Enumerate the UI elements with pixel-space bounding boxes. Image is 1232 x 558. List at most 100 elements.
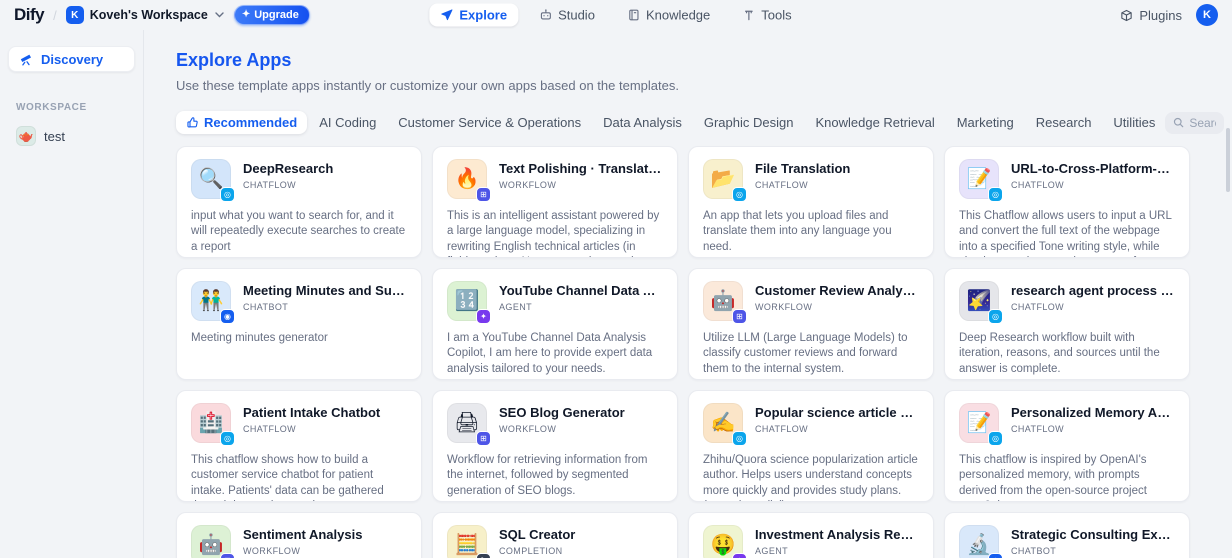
app-card-header: ✍ ◎ Popular science article author (nest… xyxy=(703,403,919,446)
app-card-header: 📝 ◎ URL-to-Cross-Platform-Copywriting CH… xyxy=(959,159,1175,202)
app-meta: research agent process flow CHATFLOW xyxy=(1011,281,1175,321)
category-tab-label: Marketing xyxy=(956,115,1014,130)
discovery-label: Discovery xyxy=(41,51,104,67)
app-type-badge-icon: ◎ xyxy=(988,309,1003,324)
app-meta: Meeting Minutes and Summary CHATBOT xyxy=(243,281,407,321)
app-card-header: 🔥 ⊞ Text Polishing · Translation Tool WO… xyxy=(447,159,663,202)
sidebar: Discovery WORKSPACE 🫖 test xyxy=(0,30,144,558)
search-icon xyxy=(1173,117,1184,128)
category-tab-label: Knowledge Retrieval xyxy=(815,115,935,130)
app-card[interactable]: 🧮 ✎ SQL Creator COMPLETION Write SQL fro… xyxy=(432,512,678,558)
tab-ai-coding[interactable]: AI Coding xyxy=(309,111,386,134)
tab-graphic-design[interactable]: Graphic Design xyxy=(694,111,804,134)
app-emoji-icon: 🖨 xyxy=(454,412,480,434)
app-emoji-icon: 👬 xyxy=(198,290,224,312)
app-description: An app that lets you upload files and tr… xyxy=(703,210,892,253)
app-card[interactable]: 🌠 ◎ research agent process flow CHATFLOW… xyxy=(944,268,1190,380)
app-emoji-icon: 🔥 xyxy=(454,168,480,190)
app-title: Text Polishing · Translation Tool xyxy=(499,161,663,176)
app-card-header: 📂 ◎ File Translation CHATFLOW xyxy=(703,159,919,202)
app-card-header: 🌠 ◎ research agent process flow CHATFLOW xyxy=(959,281,1175,324)
robot-icon xyxy=(539,9,552,22)
app-meta: Investment Analysis Report Copilot AGENT xyxy=(755,525,919,558)
app-card[interactable]: 🤑 ✦ Investment Analysis Report Copilot A… xyxy=(688,512,934,558)
app-type-badge-icon: ◎ xyxy=(220,187,235,202)
search-box[interactable] xyxy=(1165,111,1224,134)
app-description: This chatflow shows how to build a custo… xyxy=(191,454,384,501)
tab-customer-service-operations[interactable]: Customer Service & Operations xyxy=(388,111,591,134)
tab-data-analysis[interactable]: Data Analysis xyxy=(593,111,692,134)
app-type-label: WORKFLOW xyxy=(499,424,557,434)
app-card[interactable]: 🔥 ⊞ Text Polishing · Translation Tool WO… xyxy=(432,146,678,258)
app-card[interactable]: 🏥 ◎ Patient Intake Chatbot CHATFLOW This… xyxy=(176,390,422,502)
app-emoji-icon: 🔍 xyxy=(198,168,224,190)
app-card[interactable]: 🖨 ⊞ SEO Blog Generator WORKFLOW Workflow… xyxy=(432,390,678,502)
sidebar-item-test[interactable]: 🫖 test xyxy=(8,123,135,149)
app-description: Utilize LLM (Large Language Models) to c… xyxy=(703,332,908,375)
nav-item-knowledge[interactable]: Knowledge xyxy=(616,4,721,27)
nav-item-tools[interactable]: Tools xyxy=(731,4,802,27)
app-emoji-icon: 📝 xyxy=(966,168,992,190)
plugins-button[interactable]: Plugins xyxy=(1120,8,1182,23)
app-type-label: CHATBOT xyxy=(1011,546,1057,556)
tab-research[interactable]: Research xyxy=(1026,111,1102,134)
app-type-badge-icon: ⊞ xyxy=(476,431,491,446)
app-card[interactable]: 🔢 ✦ YouTube Channel Data Analysis AGENT … xyxy=(432,268,678,380)
app-description: I am a YouTube Channel Data Analysis Cop… xyxy=(447,332,653,375)
app-card[interactable]: 👬 ◉ Meeting Minutes and Summary CHATBOT … xyxy=(176,268,422,380)
app-title: SQL Creator xyxy=(499,527,576,542)
app-card[interactable]: 📝 ◎ URL-to-Cross-Platform-Copywriting CH… xyxy=(944,146,1190,258)
workspace-name: Koveh's Workspace xyxy=(89,8,208,22)
nav-item-studio[interactable]: Studio xyxy=(528,4,606,27)
tab-recommended[interactable]: Recommended xyxy=(176,111,308,134)
app-title: Investment Analysis Report Copilot xyxy=(755,527,919,542)
app-card[interactable]: 🔍 ◎ DeepResearch CHATFLOW input what you… xyxy=(176,146,422,258)
app-card[interactable]: 📂 ◎ File Translation CHATFLOW An app tha… xyxy=(688,146,934,258)
nav-label: Tools xyxy=(761,7,792,23)
app-meta: DeepResearch CHATFLOW xyxy=(243,159,407,199)
app-description: Workflow for retrieving information from… xyxy=(447,454,648,497)
tab-utilities[interactable]: Utilities xyxy=(1103,111,1165,134)
app-meta: Strategic Consulting Expert CHATBOT xyxy=(1011,525,1175,558)
app-card-grid: 🔍 ◎ DeepResearch CHATFLOW input what you… xyxy=(176,146,1190,558)
app-card-header: 🔬 ◉ Strategic Consulting Expert CHATBOT xyxy=(959,525,1175,558)
app-type-label: CHATFLOW xyxy=(755,424,809,434)
app-icon: 🔥 ⊞ xyxy=(447,159,491,202)
app-card-header: 🧮 ✎ SQL Creator COMPLETION xyxy=(447,525,663,558)
app-card-header: 🔢 ✦ YouTube Channel Data Analysis AGENT xyxy=(447,281,663,324)
scrollbar-thumb[interactable] xyxy=(1226,128,1230,192)
page-subtitle: Use these template apps instantly or cus… xyxy=(176,78,679,93)
app-meta: Patient Intake Chatbot CHATFLOW xyxy=(243,403,407,443)
nav-item-explore[interactable]: Explore xyxy=(429,3,519,27)
app-card[interactable]: 🔬 ◉ Strategic Consulting Expert CHATBOT … xyxy=(944,512,1190,558)
sidebar-item-discovery[interactable]: Discovery xyxy=(8,46,135,72)
search-input[interactable] xyxy=(1189,115,1216,130)
app-emoji-icon: 🧮 xyxy=(454,534,480,556)
thumbs-up-icon xyxy=(186,116,199,129)
app-card[interactable]: 🤖 ⊞ Customer Review Analysis Workflow WO… xyxy=(688,268,934,380)
tab-knowledge-retrieval[interactable]: Knowledge Retrieval xyxy=(805,111,944,134)
app-type-label: AGENT xyxy=(499,302,533,312)
tab-marketing[interactable]: Marketing xyxy=(947,111,1024,134)
app-card[interactable]: ✍ ◎ Popular science article author (nest… xyxy=(688,390,934,502)
explore-send-icon xyxy=(440,9,453,22)
app-emoji-icon: 🤑 xyxy=(710,534,736,556)
plugins-label: Plugins xyxy=(1139,7,1182,23)
app-card-header: 🤖 ⊞ Customer Review Analysis Workflow WO… xyxy=(703,281,919,324)
app-type-label: WORKFLOW xyxy=(755,302,813,312)
upgrade-button[interactable]: ✦ Upgrade xyxy=(233,5,310,25)
app-card[interactable]: 🤖 ⊞ Sentiment Analysis WORKFLOW Batch se… xyxy=(176,512,422,558)
app-emoji-icon: 🏥 xyxy=(198,412,224,434)
main-nav: Explore Studio Knowledge Tools xyxy=(429,3,802,27)
app-title: Strategic Consulting Expert xyxy=(1011,527,1175,542)
app-type-badge-icon: ◎ xyxy=(732,431,747,446)
chevron-down-icon xyxy=(215,12,224,18)
workspace-selector[interactable]: K Koveh's Workspace xyxy=(65,6,224,24)
user-avatar[interactable]: K xyxy=(1196,4,1218,26)
app-card[interactable]: 📝 ◎ Personalized Memory Assistant CHATFL… xyxy=(944,390,1190,502)
app-type-badge-icon: ◎ xyxy=(220,431,235,446)
top-header: Dify / K Koveh's Workspace ✦ Upgrade Exp… xyxy=(0,0,1232,30)
app-type-badge-icon: ◎ xyxy=(988,431,1003,446)
app-icon: 🌠 ◎ xyxy=(959,281,1003,324)
sidebar-item-label: test xyxy=(44,128,65,144)
